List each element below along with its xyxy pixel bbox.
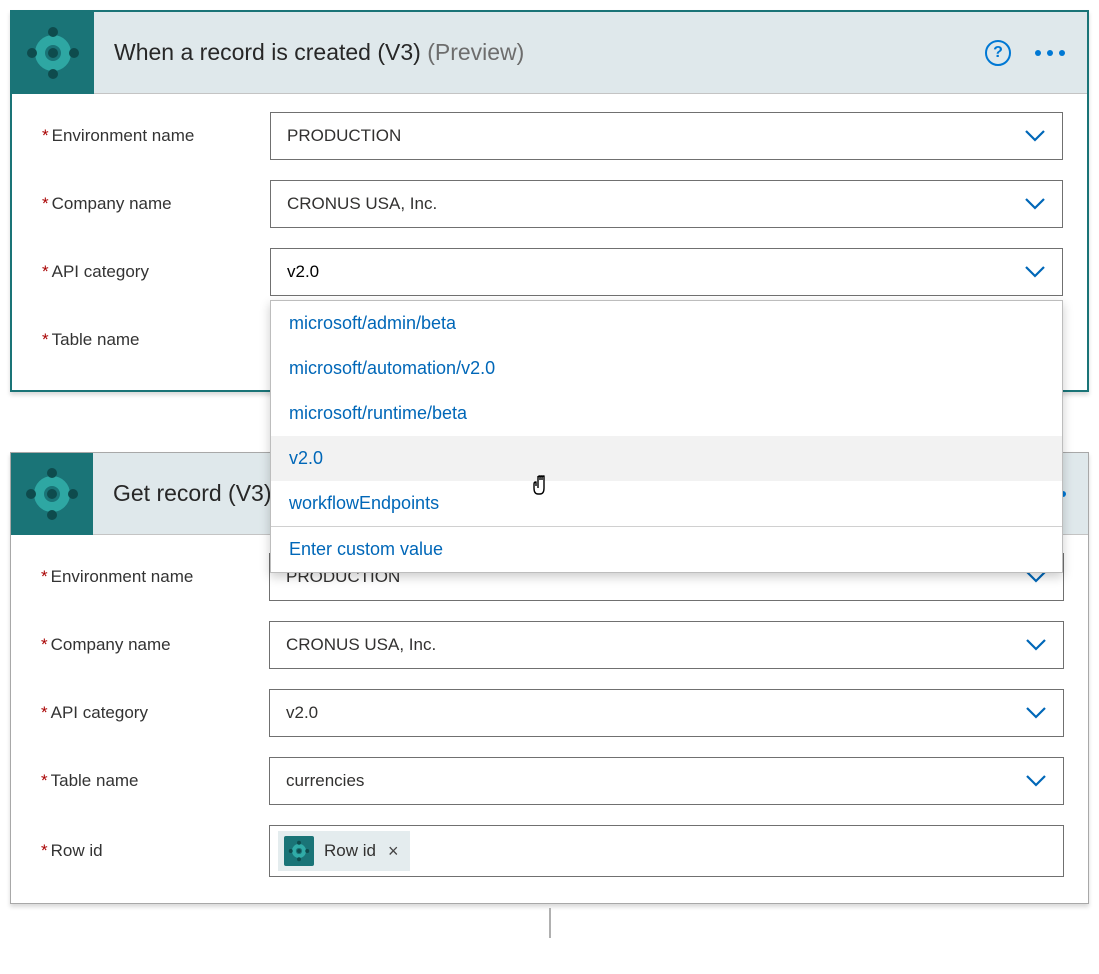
company-label: Company name: [41, 635, 269, 655]
table-value: currencies: [286, 771, 364, 791]
api-label: API category: [41, 703, 269, 723]
company-label: Company name: [42, 194, 270, 214]
more-menu-button[interactable]: [1031, 44, 1069, 62]
rowid-field[interactable]: Row id ×: [269, 825, 1064, 877]
trigger-header: When a record is created (V3) (Preview) …: [12, 12, 1087, 94]
env-label: Environment name: [41, 567, 269, 587]
chevron-down-icon: [1025, 706, 1047, 720]
dynamic-token[interactable]: Row id ×: [278, 831, 410, 871]
trigger-card: When a record is created (V3) (Preview) …: [10, 10, 1089, 392]
dropdown-custom-value[interactable]: Enter custom value: [271, 527, 1062, 572]
trigger-preview-tag: (Preview): [427, 39, 524, 65]
chevron-down-icon: [1024, 265, 1046, 279]
connector-icon: [11, 453, 93, 535]
rowid-label: Row id: [41, 841, 269, 861]
api-category-input[interactable]: [287, 262, 1024, 282]
company-select[interactable]: CRONUS USA, Inc.: [269, 621, 1064, 669]
table-select[interactable]: currencies: [269, 757, 1064, 805]
env-select[interactable]: PRODUCTION: [270, 112, 1063, 160]
api-category-dropdown: microsoft/admin/beta microsoft/automatio…: [270, 300, 1063, 573]
flow-connector-line: [549, 908, 551, 938]
trigger-body: Environment name PRODUCTION Company name…: [12, 94, 1087, 390]
token-remove-icon[interactable]: ×: [388, 841, 399, 862]
chevron-down-icon: [1025, 774, 1047, 788]
dropdown-option[interactable]: microsoft/admin/beta: [271, 301, 1062, 346]
env-value: PRODUCTION: [287, 126, 401, 146]
api-value: v2.0: [286, 703, 318, 723]
trigger-title: When a record is created (V3) (Preview): [114, 39, 965, 66]
dropdown-option[interactable]: workflowEndpoints: [271, 481, 1062, 526]
company-value: CRONUS USA, Inc.: [286, 635, 436, 655]
dropdown-option[interactable]: microsoft/runtime/beta: [271, 391, 1062, 436]
env-label: Environment name: [42, 126, 270, 146]
api-category-select[interactable]: [270, 248, 1063, 296]
company-select[interactable]: CRONUS USA, Inc.: [270, 180, 1063, 228]
table-label: Table name: [42, 330, 270, 350]
chevron-down-icon: [1025, 638, 1047, 652]
api-select[interactable]: v2.0: [269, 689, 1064, 737]
company-value: CRONUS USA, Inc.: [287, 194, 437, 214]
action-body: Environment name PRODUCTION Company name…: [11, 535, 1088, 903]
dropdown-option[interactable]: microsoft/automation/v2.0: [271, 346, 1062, 391]
token-label: Row id: [324, 841, 376, 861]
dropdown-option[interactable]: v2.0: [271, 436, 1062, 481]
api-label: API category: [42, 262, 270, 282]
connector-icon: [12, 12, 94, 94]
action-title-text: Get record (V3): [113, 480, 272, 506]
help-icon[interactable]: ?: [985, 40, 1011, 66]
token-connector-icon: [284, 836, 314, 866]
table-label: Table name: [41, 771, 269, 791]
trigger-title-text: When a record is created (V3): [114, 39, 421, 65]
chevron-down-icon: [1024, 129, 1046, 143]
chevron-down-icon: [1024, 197, 1046, 211]
